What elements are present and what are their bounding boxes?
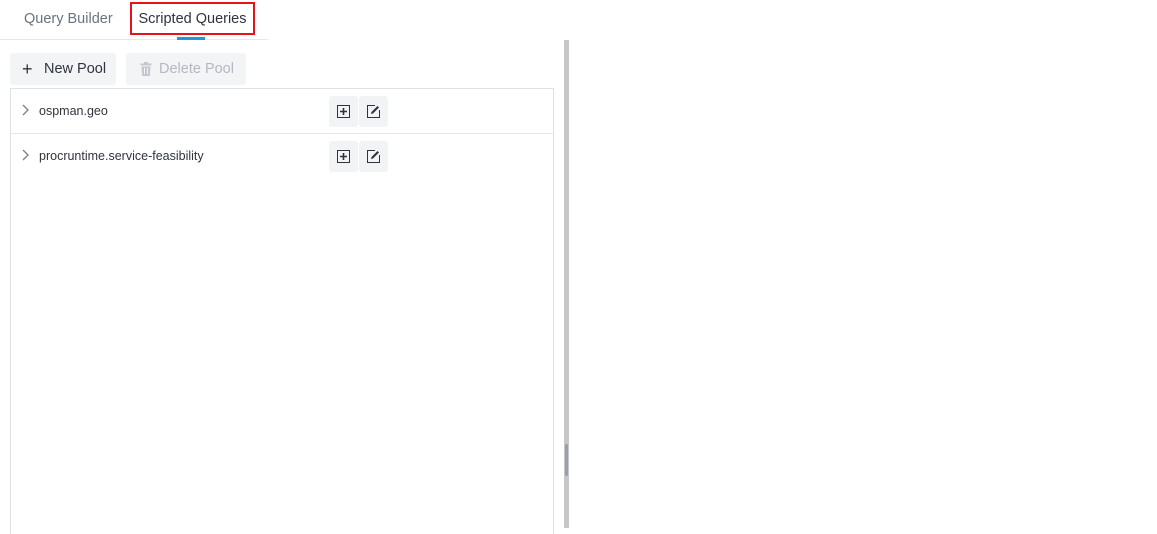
add-query-icon (337, 105, 350, 118)
pool-name: procruntime.service-feasibility (39, 149, 204, 163)
chevron-right-icon[interactable] (21, 148, 31, 162)
tab-query-builder[interactable]: Query Builder (24, 0, 113, 39)
detail-panel (569, 40, 1157, 528)
edit-icon (367, 105, 380, 118)
new-pool-label: New Pool (44, 61, 107, 77)
edit-icon (367, 150, 380, 163)
edit-pool-button[interactable] (359, 96, 388, 127)
chevron-right-icon[interactable] (21, 103, 31, 117)
tab-bar: Query Builder Scripted Queries (0, 0, 268, 40)
plus-icon: + (22, 59, 33, 79)
pool-tree: ospman.geo procruntime.service-feasibili… (10, 88, 554, 534)
tab-scripted-queries[interactable]: Scripted Queries (130, 2, 255, 35)
pool-name: ospman.geo (39, 104, 108, 118)
delete-pool-label: Delete Pool (159, 61, 234, 77)
splitter-drag-handle[interactable] (565, 444, 568, 476)
add-query-button[interactable] (329, 96, 358, 127)
add-query-icon (337, 150, 350, 163)
pools-panel: + New Pool Delete Pool ospman.geo procru… (0, 40, 562, 534)
pool-row[interactable]: procruntime.service-feasibility (11, 134, 553, 178)
trash-icon (140, 62, 152, 76)
delete-pool-button[interactable]: Delete Pool (126, 53, 246, 85)
add-query-button[interactable] (329, 141, 358, 172)
edit-pool-button[interactable] (359, 141, 388, 172)
pool-row[interactable]: ospman.geo (11, 89, 553, 134)
new-pool-button[interactable]: + New Pool (10, 53, 116, 85)
